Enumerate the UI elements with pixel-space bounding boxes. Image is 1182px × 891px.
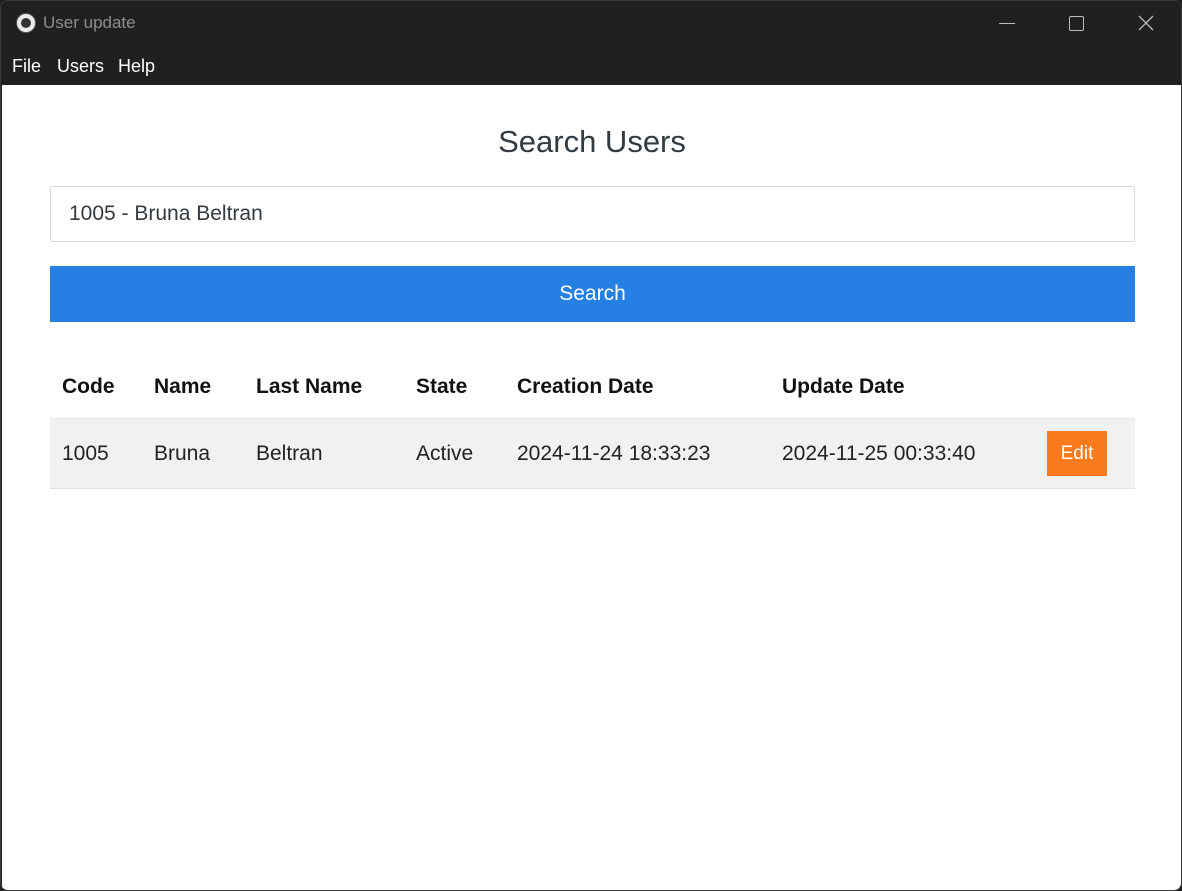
app-logo-icon [16, 13, 36, 33]
menu-bar: File Users Help [1, 45, 1181, 85]
cell-creation-date: 2024-11-24 18:33:23 [505, 418, 770, 489]
header-last-name: Last Name [244, 355, 404, 419]
cell-state: Active [404, 418, 505, 489]
maximize-icon [1069, 16, 1084, 31]
header-actions [1035, 355, 1135, 419]
cell-name: Bruna [142, 418, 244, 489]
users-table: Code Name Last Name State Creation Date … [50, 355, 1135, 489]
cell-last-name: Beltran [244, 418, 404, 489]
maximize-button[interactable] [1041, 1, 1111, 45]
header-update-date: Update Date [770, 355, 1035, 419]
minimize-button[interactable] [971, 1, 1041, 45]
edit-button[interactable]: Edit [1047, 431, 1107, 476]
close-button[interactable] [1111, 1, 1181, 45]
search-input[interactable] [50, 186, 1135, 242]
menu-help[interactable]: Help [118, 55, 155, 77]
search-button[interactable]: Search [50, 266, 1135, 322]
page-title: Search Users [498, 124, 686, 159]
cell-actions: Edit [1035, 418, 1135, 489]
header-code: Code [50, 355, 142, 419]
cell-code: 1005 [50, 418, 142, 489]
close-icon [1138, 15, 1154, 31]
menu-users[interactable]: Users [57, 55, 104, 77]
cell-update-date: 2024-11-25 00:33:40 [770, 418, 1035, 489]
window-title: User update [43, 13, 136, 32]
main-content: Search Users Search Code Name Last Name … [2, 85, 1181, 890]
table-row: 1005 Bruna Beltran Active 2024-11-24 18:… [50, 418, 1135, 489]
minimize-icon [999, 23, 1015, 24]
header-creation-date: Creation Date [505, 355, 770, 419]
header-state: State [404, 355, 505, 419]
menu-file[interactable]: File [12, 55, 41, 77]
title-bar[interactable]: User update [1, 1, 1181, 45]
header-name: Name [142, 355, 244, 419]
table-header-row: Code Name Last Name State Creation Date … [50, 355, 1135, 419]
app-window: User update File Users Help Search Users… [0, 0, 1182, 891]
